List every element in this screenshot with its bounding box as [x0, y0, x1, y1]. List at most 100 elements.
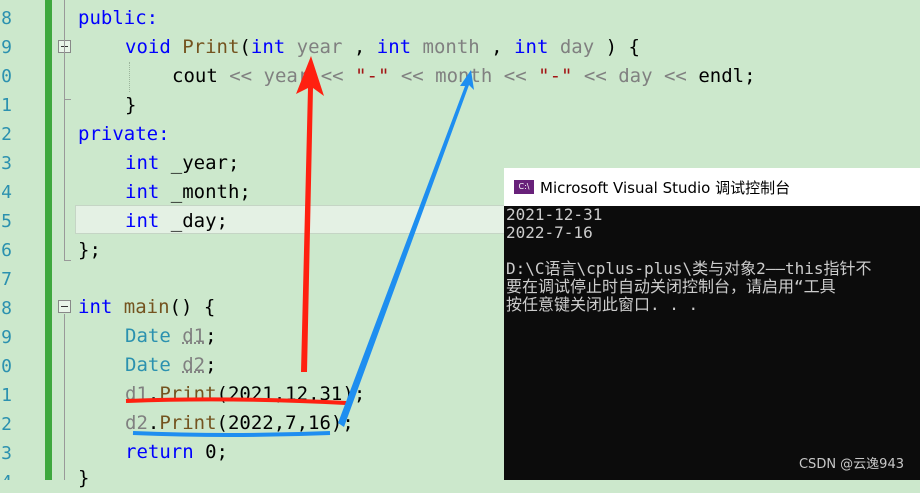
keyword-int: int — [376, 36, 412, 58]
return-value: 0; — [193, 441, 228, 463]
operator-shift: << — [309, 65, 356, 87]
dot: . — [147, 412, 160, 434]
console-line: 2022-7-16 — [506, 223, 593, 242]
method-print: Print — [159, 383, 217, 405]
code-line-d2-print[interactable]: d2.Print(2022,7,16); — [125, 409, 354, 438]
keyword-public: public: — [78, 7, 159, 29]
code-line-cout[interactable]: cout << year << "-" << month << "-" << d… — [172, 62, 756, 91]
visual-studio-icon: C:\ — [514, 180, 534, 194]
class-end: }; — [78, 239, 101, 261]
line-number: 3 — [1, 153, 12, 174]
paren: ( — [239, 36, 251, 58]
param-year: year — [296, 36, 343, 58]
field-day: _day; — [170, 210, 228, 232]
code-line-main[interactable]: int main() { — [78, 293, 215, 322]
operator-shift: << — [492, 65, 539, 87]
console-title: Microsoft Visual Studio 调试控制台 — [540, 178, 791, 197]
semicolon: ; — [205, 325, 217, 347]
code-line-d1-print[interactable]: d1.Print(2021,12,31); — [125, 380, 365, 409]
change-tracking-bar — [45, 0, 52, 480]
type-date: Date — [125, 354, 171, 376]
param-month: month — [435, 65, 493, 87]
semicolon: ; — [353, 383, 366, 405]
keyword-private: private: — [78, 123, 170, 145]
param-day: day — [618, 65, 653, 87]
line-number: 2 — [1, 124, 12, 145]
console-titlebar[interactable]: C:\ Microsoft Visual Studio 调试控制台 — [504, 168, 920, 206]
line-number: 1 — [1, 95, 12, 116]
param-month: month — [422, 36, 480, 58]
code-line-date-d2[interactable]: Date d2; — [125, 351, 217, 380]
operator-shift: << — [389, 65, 436, 87]
keyword-int: int — [250, 36, 286, 58]
line-number: 0 — [1, 66, 12, 87]
field-year: _year; — [170, 152, 240, 174]
semicolon: ; — [342, 412, 354, 434]
string-dash: "-" — [538, 65, 573, 87]
indent-guide — [129, 62, 130, 92]
console-output[interactable]: 2021-12-31 2022-7-16 D:\C语言\cplus-plus\类… — [506, 206, 920, 480]
code-line-field-year[interactable]: int _year; — [125, 149, 239, 178]
function-name-main: main — [123, 296, 170, 318]
csdn-watermark: CSDN @云逸943 — [798, 457, 904, 472]
code-line-class-end[interactable]: }; — [78, 236, 101, 265]
field-month: _month; — [170, 181, 251, 203]
args-d2: (2022,7,16) — [216, 412, 343, 434]
paren-close-brace: ) { — [594, 36, 640, 58]
debug-console-window[interactable]: C:\ Microsoft Visual Studio 调试控制台 2021-1… — [504, 168, 920, 480]
identifier-endl: endl; — [698, 65, 756, 87]
string-dash: "-" — [355, 65, 390, 87]
identifier-cout: cout — [172, 65, 218, 87]
code-line-field-month[interactable]: int _month; — [125, 178, 251, 207]
fold-guide-class-end — [64, 260, 71, 261]
code-line-field-day[interactable]: int _day; — [125, 207, 228, 236]
line-number: 1 — [1, 385, 12, 406]
code-line-main-end[interactable]: } — [78, 464, 89, 493]
console-line: 要在调试停止时自动关闭控制台，请启用“工具 — [506, 277, 836, 296]
line-number: 4 — [1, 182, 12, 203]
console-line: 按任意键关闭此窗口. . . — [506, 295, 699, 314]
type-date: Date — [125, 325, 171, 347]
var-d1: d1 — [125, 383, 148, 405]
args-d1: (2021,12,31) — [216, 383, 354, 405]
collapse-main-icon[interactable] — [58, 300, 71, 313]
line-number: 4 — [0, 468, 12, 480]
method-print: Print — [159, 412, 217, 434]
line-number: 8 — [1, 298, 12, 319]
line-number-gutter: 8 9 0 1 2 3 4 5 6 7 8 9 0 1 2 3 4 — [0, 0, 12, 480]
line-number: 7 — [1, 269, 12, 290]
param-day: day — [559, 36, 595, 58]
fold-guide-main — [64, 314, 65, 480]
keyword-int: int — [125, 181, 160, 203]
fold-guide-end — [64, 99, 71, 100]
line-number: 9 — [1, 327, 12, 348]
operator-shift: << — [652, 65, 699, 87]
line-number: 6 — [1, 240, 12, 261]
line-number: 8 — [1, 8, 12, 29]
semicolon: ; — [205, 354, 217, 376]
code-line-private[interactable]: private: — [78, 120, 170, 149]
line-number: 5 — [1, 211, 12, 232]
var-d1: d1 — [182, 325, 206, 347]
line-number: 9 — [1, 37, 12, 58]
code-line-date-d1[interactable]: Date d1; — [125, 322, 217, 351]
code-line-return[interactable]: return 0; — [125, 438, 228, 467]
close-brace: } — [78, 467, 90, 489]
keyword-int: int — [514, 36, 549, 58]
dot: . — [147, 383, 160, 405]
line-number: 3 — [1, 443, 12, 464]
comma: , — [342, 36, 377, 58]
line-number: 2 — [1, 414, 12, 435]
function-name-print: Print — [182, 36, 240, 58]
code-line-public[interactable]: public: — [78, 4, 158, 33]
line-number: 0 — [1, 356, 12, 377]
param-year: year — [263, 65, 310, 87]
code-line-print-signature[interactable]: void Print(int year , int month , int da… — [125, 33, 640, 62]
var-d2: d2 — [125, 412, 148, 434]
comma: , — [479, 36, 515, 58]
keyword-int: int — [78, 296, 113, 318]
keyword-return: return — [125, 441, 194, 463]
code-line-close-print[interactable]: } — [125, 91, 136, 120]
var-d2: d2 — [182, 354, 206, 376]
